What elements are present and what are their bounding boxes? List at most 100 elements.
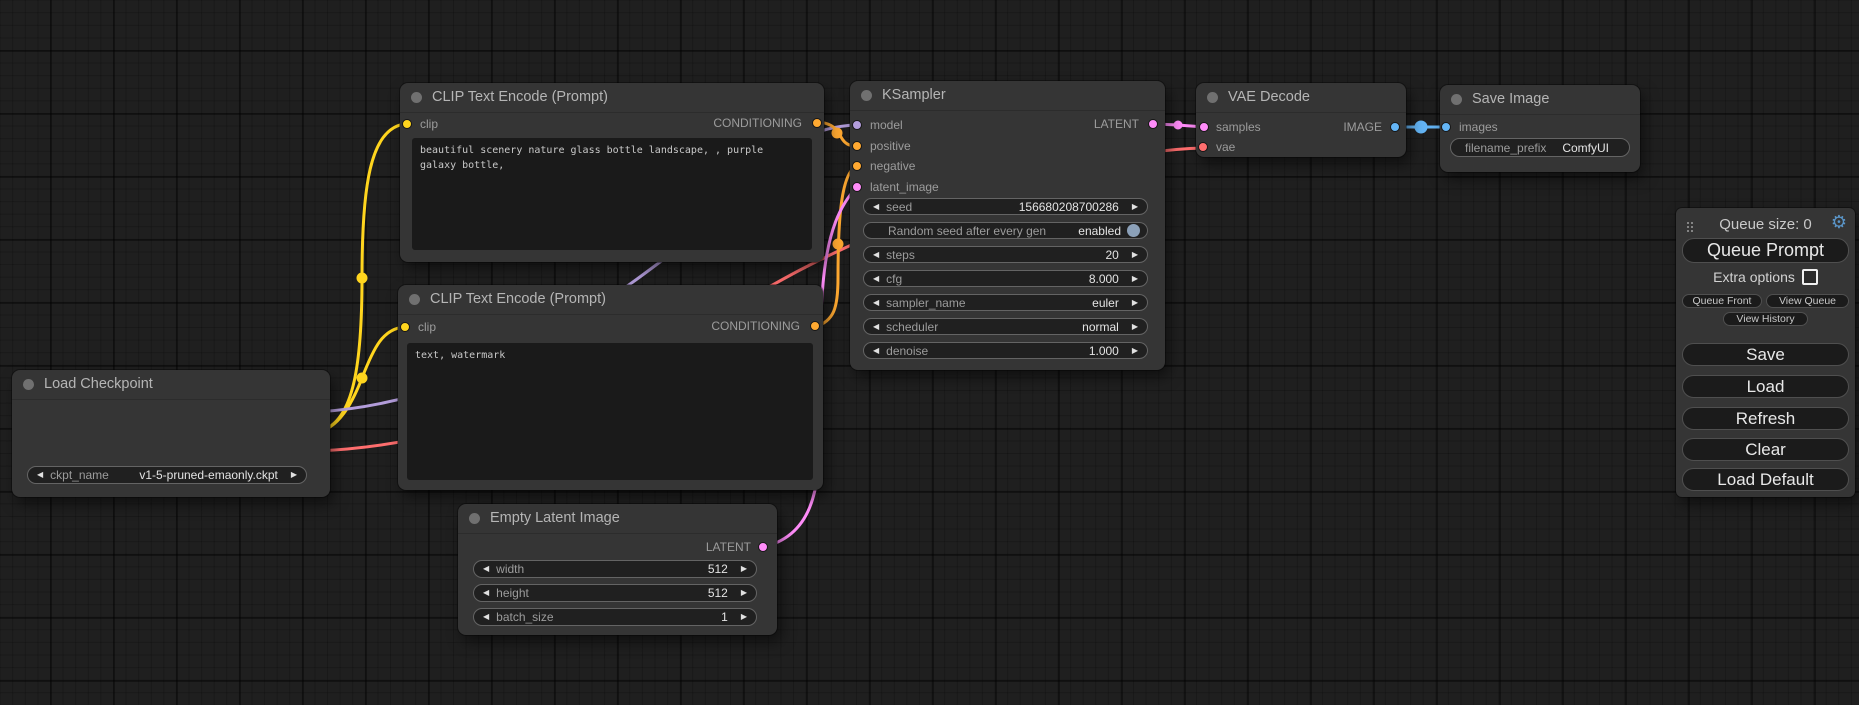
link-dot <box>1415 121 1428 134</box>
input-dot-positive[interactable] <box>852 141 862 151</box>
refresh-button[interactable]: Refresh <box>1682 407 1849 430</box>
increment-arrow-icon[interactable]: ▶ <box>1132 323 1138 331</box>
input-slot-samples: samples <box>1216 119 1261 135</box>
widget-cfg[interactable]: ◀ cfg 8.000 ▶ <box>863 270 1148 287</box>
increment-arrow-icon[interactable]: ▶ <box>1132 251 1138 259</box>
node-title: CLIP Text Encode (Prompt) <box>400 83 824 113</box>
widget-label: seed <box>886 200 912 214</box>
input-dot-images[interactable] <box>1441 122 1451 132</box>
widget-value: 20 <box>1105 248 1118 262</box>
widget-seed[interactable]: ◀ seed 156680208700286 ▶ <box>863 198 1148 215</box>
input-dot-latent-image[interactable] <box>852 182 862 192</box>
clear-button[interactable]: Clear <box>1682 438 1849 461</box>
decrement-arrow-icon[interactable]: ◀ <box>873 299 879 307</box>
input-slot-clip: clip <box>418 319 436 335</box>
node-graph-canvas[interactable]: Load Checkpoint MODEL CLIP VAE ◀ ckpt_na… <box>0 0 1859 705</box>
decrement-arrow-icon[interactable]: ◀ <box>483 565 489 573</box>
input-dot-vae[interactable] <box>1198 142 1208 152</box>
widget-height[interactable]: ◀ height 512 ▶ <box>473 584 757 602</box>
output-dot-latent[interactable] <box>758 542 768 552</box>
load-default-button[interactable]: Load Default <box>1682 468 1849 491</box>
widget-value: normal <box>1082 320 1119 334</box>
widget-sampler-name[interactable]: ◀ sampler_name euler ▶ <box>863 294 1148 311</box>
node-load-checkpoint[interactable]: Load Checkpoint MODEL CLIP VAE ◀ ckpt_na… <box>12 370 330 497</box>
link-dot <box>1174 121 1183 130</box>
input-dot-clip[interactable] <box>400 322 410 332</box>
widget-label: height <box>496 586 529 600</box>
widget-scheduler[interactable]: ◀ scheduler normal ▶ <box>863 318 1148 335</box>
decrement-arrow-icon[interactable]: ◀ <box>483 589 489 597</box>
increment-arrow-icon[interactable]: ▶ <box>1132 347 1138 355</box>
widget-label: scheduler <box>886 320 938 334</box>
widget-width[interactable]: ◀ width 512 ▶ <box>473 560 757 578</box>
widget-value: 1 <box>721 610 728 624</box>
input-slot-vae: vae <box>1216 139 1235 155</box>
widget-value: v1-5-pruned-emaonly.ckpt <box>139 468 278 482</box>
output-dot-latent[interactable] <box>1148 119 1158 129</box>
widget-denoise[interactable]: ◀ denoise 1.000 ▶ <box>863 342 1148 359</box>
widget-value: 512 <box>708 562 728 576</box>
output-slot-latent: LATENT <box>1094 116 1139 132</box>
increment-arrow-icon[interactable]: ▶ <box>741 565 747 573</box>
widget-filename-prefix[interactable]: filename_prefix ComfyUI <box>1450 138 1630 157</box>
node-vae-decode[interactable]: VAE Decode samples IMAGE vae <box>1196 83 1406 157</box>
node-title: CLIP Text Encode (Prompt) <box>398 285 823 315</box>
widget-value: ComfyUI <box>1562 141 1609 155</box>
node-title: Load Checkpoint <box>12 370 330 400</box>
save-button[interactable]: Save <box>1682 343 1849 366</box>
widget-random-seed[interactable]: Random seed after every gen enabled <box>863 222 1148 239</box>
decrement-arrow-icon[interactable]: ◀ <box>873 203 879 211</box>
input-slot-model: model <box>870 117 903 133</box>
node-title: Save Image <box>1440 85 1640 115</box>
view-queue-button[interactable]: View Queue <box>1766 294 1849 308</box>
widget-value: 1.000 <box>1089 344 1119 358</box>
queue-panel[interactable]: Queue size: 0 ⚙ Queue Prompt Extra optio… <box>1676 208 1855 497</box>
queue-front-button[interactable]: Queue Front <box>1682 294 1762 308</box>
node-empty-latent-image[interactable]: Empty Latent Image LATENT ◀ width 512 ▶ … <box>458 504 777 635</box>
increment-arrow-icon[interactable]: ▶ <box>1132 299 1138 307</box>
negative-prompt-textarea[interactable]: text, watermark <box>407 343 813 480</box>
node-ksampler[interactable]: KSampler model LATENT positive negative … <box>850 81 1165 370</box>
widget-label: steps <box>886 248 915 262</box>
increment-arrow-icon[interactable]: ▶ <box>1132 203 1138 211</box>
increment-arrow-icon[interactable]: ▶ <box>291 471 297 479</box>
view-history-button[interactable]: View History <box>1723 312 1808 326</box>
toggle-knob-icon[interactable] <box>1127 224 1140 237</box>
widget-steps[interactable]: ◀ steps 20 ▶ <box>863 246 1148 263</box>
output-dot-image[interactable] <box>1390 122 1400 132</box>
gear-icon[interactable]: ⚙ <box>1831 212 1847 233</box>
input-dot-model[interactable] <box>852 120 862 130</box>
node-clip-text-encode-positive[interactable]: CLIP Text Encode (Prompt) clip CONDITION… <box>400 83 824 262</box>
node-clip-text-encode-negative[interactable]: CLIP Text Encode (Prompt) clip CONDITION… <box>398 285 823 490</box>
node-title: VAE Decode <box>1196 83 1406 113</box>
widget-batch-size[interactable]: ◀ batch_size 1 ▶ <box>473 608 757 626</box>
increment-arrow-icon[interactable]: ▶ <box>1132 275 1138 283</box>
positive-prompt-textarea[interactable]: beautiful scenery nature glass bottle la… <box>412 138 812 250</box>
output-dot-conditioning[interactable] <box>812 118 822 128</box>
queue-prompt-button[interactable]: Queue Prompt <box>1682 238 1849 263</box>
widget-ckpt-name[interactable]: ◀ ckpt_name v1-5-pruned-emaonly.ckpt ▶ <box>27 466 307 484</box>
link-dot <box>833 239 844 250</box>
decrement-arrow-icon[interactable]: ◀ <box>483 613 489 621</box>
widget-label: cfg <box>886 272 902 286</box>
input-dot-samples[interactable] <box>1199 122 1209 132</box>
decrement-arrow-icon[interactable]: ◀ <box>37 471 43 479</box>
decrement-arrow-icon[interactable]: ◀ <box>873 251 879 259</box>
extra-options-checkbox[interactable] <box>1802 269 1818 285</box>
output-dot-conditioning[interactable] <box>810 321 820 331</box>
extra-options-row: Extra options <box>1676 269 1855 285</box>
increment-arrow-icon[interactable]: ▶ <box>741 613 747 621</box>
link-dot <box>357 373 368 384</box>
output-slot-image: IMAGE <box>1343 119 1382 135</box>
widget-label: batch_size <box>496 610 553 624</box>
input-slot-clip: clip <box>420 116 438 132</box>
decrement-arrow-icon[interactable]: ◀ <box>873 347 879 355</box>
node-save-image[interactable]: Save Image images filename_prefix ComfyU… <box>1440 85 1640 172</box>
increment-arrow-icon[interactable]: ▶ <box>741 589 747 597</box>
load-button[interactable]: Load <box>1682 375 1849 398</box>
decrement-arrow-icon[interactable]: ◀ <box>873 275 879 283</box>
link-dot <box>357 273 368 284</box>
input-dot-clip[interactable] <box>402 119 412 129</box>
decrement-arrow-icon[interactable]: ◀ <box>873 323 879 331</box>
input-dot-negative[interactable] <box>852 161 862 171</box>
